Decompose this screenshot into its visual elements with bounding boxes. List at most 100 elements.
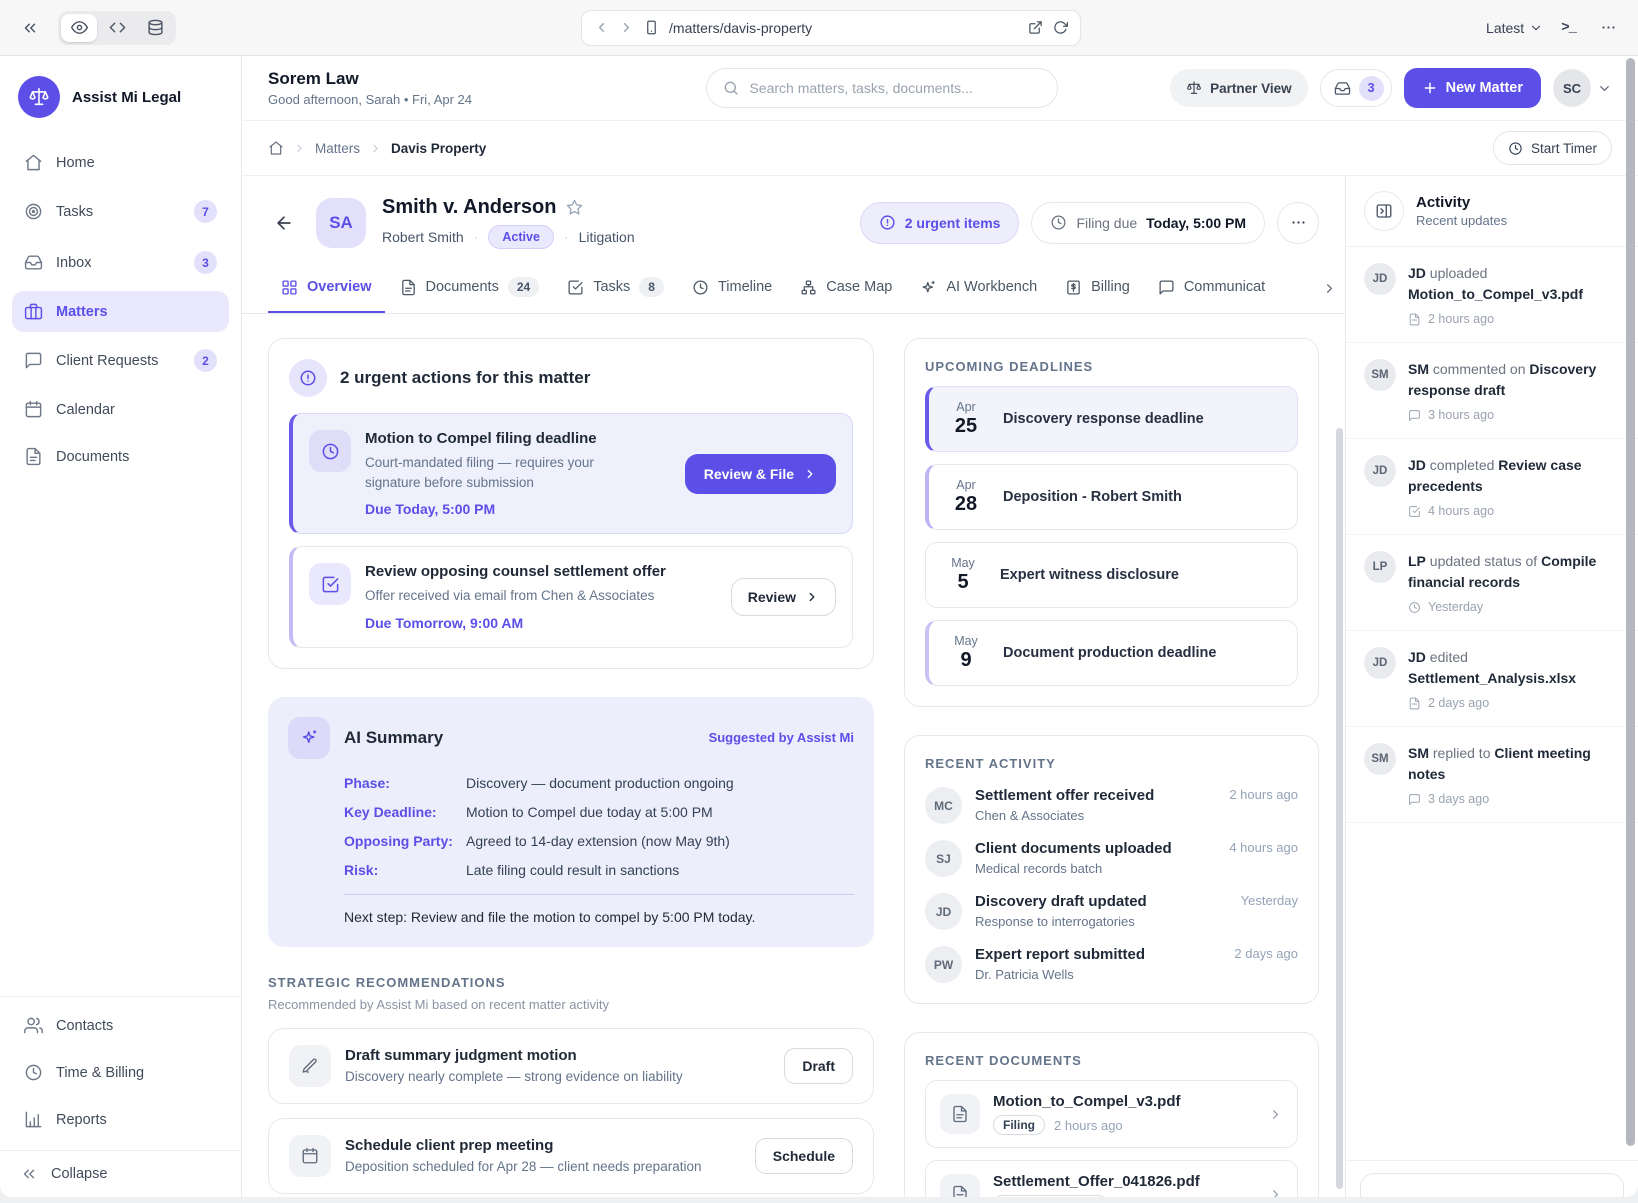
activity-feed-item[interactable]: SM SM replied to Client meeting notes 3 … bbox=[1346, 727, 1638, 823]
review-button[interactable]: Review bbox=[731, 578, 836, 616]
deadline-date: May 9 bbox=[947, 634, 985, 672]
breadcrumb-matters[interactable]: Matters bbox=[315, 141, 360, 156]
home-icon[interactable] bbox=[268, 140, 284, 156]
sidebar-collapse-button[interactable]: Collapse bbox=[0, 1150, 241, 1197]
tab-ai-workbench[interactable]: AI Workbench bbox=[907, 263, 1050, 313]
tab-case-map[interactable]: Case Map bbox=[787, 263, 905, 313]
review-and-file-button[interactable]: Review & File bbox=[685, 454, 836, 494]
document-row[interactable]: Settlement_Offer_041826.pdf Corresponden… bbox=[925, 1160, 1298, 1197]
recommendation-item[interactable]: Schedule client prep meeting Deposition … bbox=[268, 1118, 874, 1194]
browser-back-icon[interactable] bbox=[594, 20, 609, 35]
sidebar-item-home[interactable]: Home bbox=[12, 142, 229, 183]
clock-icon bbox=[24, 1063, 43, 1082]
schedule-button[interactable]: Schedule bbox=[755, 1138, 853, 1174]
deadline-item[interactable]: Apr 28 Deposition - Robert Smith bbox=[925, 464, 1298, 530]
deadline-item[interactable]: Apr 25 Discovery response deadline bbox=[925, 386, 1298, 452]
tab-timeline[interactable]: Timeline bbox=[679, 263, 785, 313]
sidebar-item-inbox[interactable]: Inbox 3 bbox=[12, 240, 229, 285]
matter-more-button[interactable] bbox=[1277, 202, 1319, 244]
recommendation-description: Discovery nearly complete — strong evide… bbox=[345, 1069, 683, 1084]
global-search[interactable] bbox=[706, 68, 1058, 108]
urgent-items-pill[interactable]: 2 urgent items bbox=[860, 202, 1020, 244]
activity-feed-item[interactable]: JD JD edited Settlement_Analysis.xlsx 2 … bbox=[1346, 631, 1638, 727]
document-row[interactable]: Motion_to_Compel_v3.pdf Filing 2 hours a… bbox=[925, 1080, 1298, 1148]
comment-composer[interactable] bbox=[1360, 1173, 1624, 1197]
open-external-icon[interactable] bbox=[1028, 20, 1043, 35]
user-menu[interactable]: SC bbox=[1553, 69, 1612, 107]
recommendation-item[interactable]: Draft summary judgment motion Discovery … bbox=[268, 1028, 874, 1104]
preview-eye-icon[interactable] bbox=[61, 14, 97, 42]
activity-feed-meta: 2 days ago bbox=[1408, 696, 1620, 710]
avatar: SC bbox=[1553, 69, 1591, 107]
new-matter-button[interactable]: New Matter bbox=[1404, 68, 1541, 108]
activity-feed-meta: 4 hours ago bbox=[1408, 504, 1620, 518]
sidebar-item-reports[interactable]: Reports bbox=[12, 1099, 229, 1140]
activity-row[interactable]: JD Discovery draft updated Response to i… bbox=[925, 893, 1298, 930]
activity-feed-meta: Yesterday bbox=[1408, 600, 1620, 614]
browser-forward-icon[interactable] bbox=[619, 20, 634, 35]
activity-row[interactable]: PW Expert report submitted Dr. Patricia … bbox=[925, 946, 1298, 983]
collapse-panel-icon[interactable] bbox=[16, 14, 44, 42]
ai-next-step: Next step: Review and file the motion to… bbox=[344, 909, 854, 925]
tab-label: Overview bbox=[307, 279, 372, 295]
activity-feed-time: 2 hours ago bbox=[1428, 312, 1494, 326]
sidebar-item-client-requests[interactable]: Client Requests 2 bbox=[12, 338, 229, 383]
content-row: SA Smith v. Anderson Robert Smith · Acti… bbox=[242, 176, 1638, 1197]
tab-overview[interactable]: Overview bbox=[268, 263, 385, 313]
sidebar-item-contacts[interactable]: Contacts bbox=[12, 1005, 229, 1046]
more-menu-icon[interactable] bbox=[1594, 14, 1622, 42]
sidebar-item-documents[interactable]: Documents bbox=[12, 436, 229, 477]
overview-content: 2 urgent actions for this matter Motion … bbox=[242, 314, 1345, 1197]
filing-due-pill[interactable]: Filing due Today, 5:00 PM bbox=[1031, 202, 1265, 244]
activity-feed-item[interactable]: JD JD uploaded Motion_to_Compel_v3.pdf 2… bbox=[1346, 247, 1638, 343]
activity-feed-item[interactable]: SM SM commented on Discovery response dr… bbox=[1346, 343, 1638, 439]
action: replied to bbox=[1429, 745, 1494, 761]
tab-tasks[interactable]: Tasks 8 bbox=[554, 263, 677, 313]
ai-row-value: Late filing could result in sanctions bbox=[466, 862, 679, 878]
activity-feed-item[interactable]: LP LP updated status of Compile financia… bbox=[1346, 535, 1638, 631]
tabs-scroll-right-icon[interactable] bbox=[1302, 263, 1345, 313]
urgent-action-item[interactable]: Motion to Compel filing deadline Court-m… bbox=[289, 413, 853, 534]
ai-row-label: Key Deadline: bbox=[344, 804, 466, 820]
ai-summary-card: AI Summary Suggested by Assist Mi Phase:… bbox=[268, 697, 874, 947]
star-icon[interactable] bbox=[566, 199, 583, 216]
start-timer-button[interactable]: Start Timer bbox=[1493, 131, 1612, 165]
url-text[interactable]: /matters/davis-property bbox=[669, 20, 1018, 36]
tab-documents[interactable]: Documents 24 bbox=[387, 263, 553, 313]
urgent-action-item[interactable]: Review opposing counsel settlement offer… bbox=[289, 546, 853, 648]
scales-icon bbox=[1186, 80, 1202, 96]
url-bar[interactable]: /matters/davis-property bbox=[581, 10, 1081, 46]
alert-circle-icon bbox=[289, 359, 327, 397]
header-inbox-button[interactable]: 3 bbox=[1320, 69, 1392, 107]
search-input[interactable] bbox=[749, 80, 1041, 96]
panel-toggle-icon[interactable] bbox=[1364, 191, 1404, 231]
left-column: 2 urgent actions for this matter Motion … bbox=[268, 338, 874, 1197]
deadline-day: 28 bbox=[947, 493, 985, 516]
code-icon[interactable] bbox=[99, 14, 135, 42]
main-scrollbar[interactable] bbox=[1336, 428, 1343, 1189]
tab-communications[interactable]: Communicat bbox=[1145, 263, 1278, 313]
refresh-icon[interactable] bbox=[1053, 20, 1068, 35]
latest-dropdown[interactable]: Latest bbox=[1486, 20, 1543, 36]
partner-view-button[interactable]: Partner View bbox=[1170, 69, 1308, 107]
sidebar-item-tasks[interactable]: Tasks 7 bbox=[12, 189, 229, 234]
device-icon[interactable] bbox=[644, 20, 659, 35]
sidebar-item-calendar[interactable]: Calendar bbox=[12, 389, 229, 430]
terminal-icon[interactable]: >_ bbox=[1561, 20, 1576, 36]
sidebar-item-time-billing[interactable]: Time & Billing bbox=[12, 1052, 229, 1093]
deadline-item[interactable]: May 9 Document production deadline bbox=[925, 620, 1298, 686]
draft-button[interactable]: Draft bbox=[784, 1048, 853, 1084]
window-scrollbar[interactable] bbox=[1626, 58, 1635, 1146]
activity-row[interactable]: MC Settlement offer received Chen & Asso… bbox=[925, 787, 1298, 824]
activity-row[interactable]: SJ Client documents uploaded Medical rec… bbox=[925, 840, 1298, 877]
activity-feed-item[interactable]: JD JD completed Review case precedents 4… bbox=[1346, 439, 1638, 535]
action: updated status of bbox=[1426, 553, 1541, 569]
database-icon[interactable] bbox=[137, 14, 173, 42]
back-button[interactable] bbox=[268, 207, 300, 239]
deadline-item[interactable]: May 5 Expert witness disclosure bbox=[925, 542, 1298, 608]
sidebar-item-label: Client Requests bbox=[56, 353, 158, 369]
sidebar-item-matters[interactable]: Matters bbox=[12, 291, 229, 332]
actor: LP bbox=[1408, 553, 1426, 569]
tab-billing[interactable]: Billing bbox=[1052, 263, 1143, 313]
inbox-icon bbox=[1334, 80, 1351, 97]
